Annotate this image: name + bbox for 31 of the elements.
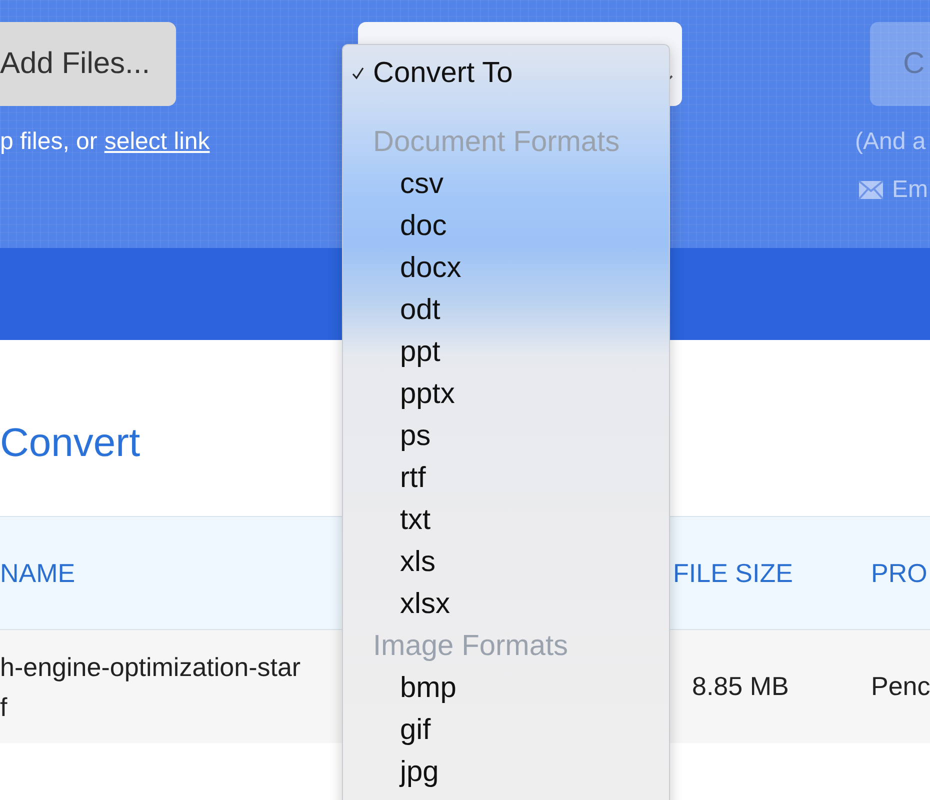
menu-option[interactable]: csv — [343, 163, 669, 205]
file-name: h-engine-optimization-star — [0, 652, 301, 682]
menu-option[interactable]: ppt — [343, 331, 669, 373]
menu-option[interactable]: Convert To — [343, 51, 669, 95]
menu-option[interactable]: xls — [343, 541, 669, 583]
column-header: PRO — [871, 558, 928, 588]
menu-option[interactable]: ps — [343, 415, 669, 457]
envelope-icon — [858, 180, 884, 200]
status-text: Penc — [871, 671, 930, 701]
menu-option[interactable]: gif — [343, 709, 669, 751]
file-name: f — [0, 692, 8, 722]
menu-option[interactable]: xlsx — [343, 583, 669, 625]
column-header: NAME — [0, 558, 76, 588]
menu-option[interactable]: docx — [343, 247, 669, 289]
menu-option[interactable]: txt — [343, 499, 669, 541]
file-size: 8.85 MB — [692, 671, 789, 701]
section-heading: Convert — [0, 420, 140, 467]
menu-option[interactable]: jpg — [343, 751, 669, 793]
drop-hint: p files, or — [0, 128, 98, 155]
group-label: Image Formats — [372, 629, 569, 664]
select-link[interactable]: select link — [104, 128, 210, 155]
menu-option[interactable]: odt — [343, 289, 669, 331]
add-files-button[interactable]: Add Files... — [0, 22, 176, 106]
column-header: FILE SIZE — [673, 558, 793, 588]
group-label: Document Formats — [372, 125, 621, 160]
menu-option[interactable]: bmp — [343, 667, 669, 709]
note-text: (And a — [855, 128, 927, 156]
checkmark-icon — [351, 66, 365, 80]
menu-option[interactable]: doc — [343, 205, 669, 247]
menu-option[interactable]: rtf — [343, 457, 669, 499]
menu-option[interactable]: pptx — [343, 373, 669, 415]
